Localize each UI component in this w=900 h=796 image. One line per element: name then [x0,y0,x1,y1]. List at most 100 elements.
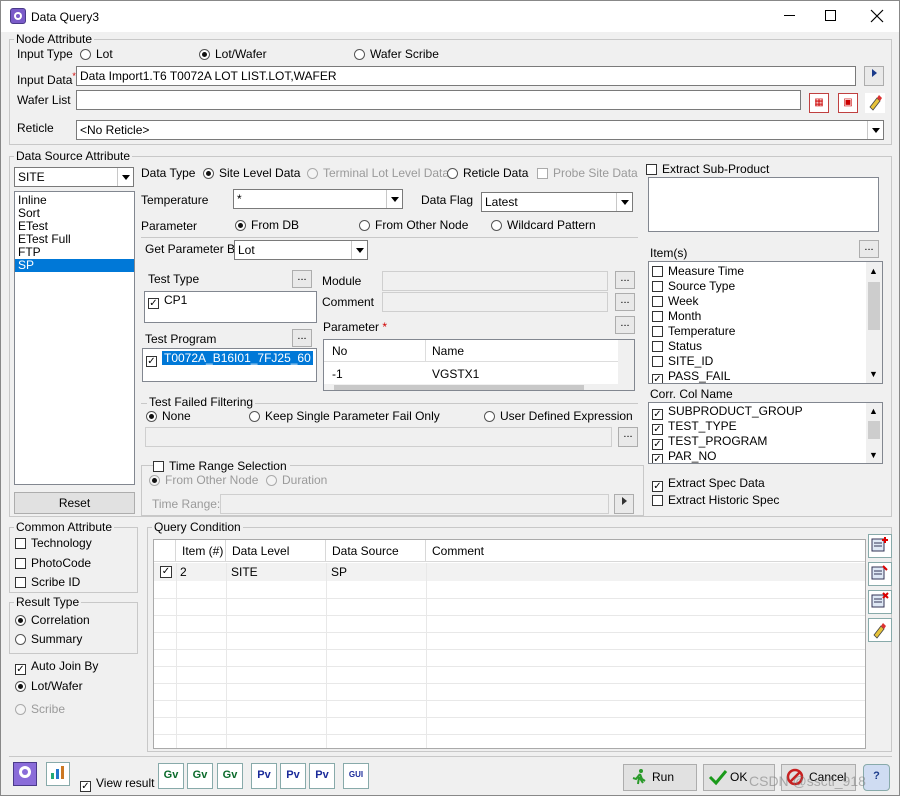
reticle-data-radio[interactable]: Reticle Data [447,166,528,180]
probe-site-checkbox[interactable]: Probe Site Data [537,166,638,180]
list-item[interactable]: Week [649,294,882,309]
get-parameter-combo[interactable]: Lot [234,240,368,260]
extract-spec-checkbox[interactable]: ✓ Extract Spec Data [652,476,765,492]
list-item[interactable]: ✓ SUBPRODUCT_GROUP [649,404,882,420]
wafer-select-icon[interactable]: ▦ [809,93,829,113]
reset-button[interactable]: Reset [14,492,135,514]
add-condition-icon[interactable] [868,534,892,558]
extract-sub-product-checkbox[interactable]: Extract Sub-Product [646,162,769,176]
source-combo[interactable]: SITE [14,167,134,187]
column-header-item[interactable]: Item (#) [176,540,226,562]
extract-historic-checkbox[interactable]: Extract Historic Spec [652,493,779,507]
failed-user-expression-radio[interactable]: User Defined Expression [484,409,633,423]
pv-table-icon[interactable]: Pv [251,763,277,789]
input-data-field[interactable]: Data Import1.T6 T0072A LOT LIST.LOT,WAFE… [76,66,856,86]
vertical-scrollbar[interactable] [618,340,634,390]
scribe-id-checkbox[interactable]: Scribe ID [15,575,80,589]
from-db-radio[interactable]: From DB [235,218,299,232]
reticle-combo[interactable]: <No Reticle> [76,120,884,140]
list-item[interactable]: ✓ CP1 [145,293,316,309]
duration-radio[interactable]: Duration [266,473,327,487]
correlation-radio[interactable]: Correlation [15,613,90,627]
run-button[interactable]: Run [623,764,697,791]
input-type-waferscribe-radio[interactable]: Wafer Scribe [354,47,439,61]
comment-field[interactable] [382,292,608,312]
horizontal-scrollbar[interactable] [324,384,618,390]
pv-delete-icon[interactable]: Pv [280,763,306,789]
list-item[interactable]: ✓ PASS_FAIL [649,369,882,383]
scroll-down-icon[interactable]: ▼ [869,369,878,379]
wafer-map-icon[interactable]: ▣ [838,93,858,113]
time-range-next-button[interactable] [614,494,634,514]
input-data-next-button[interactable] [864,66,884,86]
list-item[interactable]: SITE_ID [649,354,882,369]
pv-export-icon[interactable]: Pv [309,763,335,789]
scrollbar-thumb[interactable] [334,385,584,390]
scrollbar-thumb[interactable] [868,282,880,330]
help-icon[interactable]: ? [863,764,890,791]
view-result-checkbox[interactable]: ✓ View result [80,776,154,792]
list-item[interactable]: Measure Time [649,264,882,279]
maximize-icon[interactable] [825,10,836,21]
list-item[interactable]: Status [649,339,882,354]
items-list[interactable]: Measure Time Source Type Week Month Temp… [648,261,883,384]
column-header-no[interactable]: No [324,340,426,362]
list-item-selected[interactable]: ✓ T0072A_B16I01_7FJ25_60 [143,351,316,367]
gv-delete-icon[interactable]: Gv [187,763,213,789]
list-item-selected[interactable]: SP [15,259,134,272]
gui-icon[interactable]: GUI [343,763,369,789]
parameter-browse-button[interactable]: ... [615,316,635,334]
sub-product-box[interactable] [648,177,879,232]
failed-none-radio[interactable]: None [146,409,191,423]
scrollbar-thumb[interactable] [868,421,880,439]
clear-condition-icon[interactable] [868,618,892,642]
summary-radio[interactable]: Summary [15,632,82,646]
wildcard-pattern-radio[interactable]: Wildcard Pattern [491,218,596,232]
list-item[interactable]: ✓ TEST_PROGRAM [649,434,882,450]
time-range-field[interactable] [220,494,609,514]
input-type-lot-radio[interactable]: Lot [80,47,113,61]
close-icon[interactable] [869,8,885,24]
input-type-lotwafer-radio[interactable]: Lot/Wafer [199,47,267,61]
join-lotwafer-radio[interactable]: Lot/Wafer [15,679,83,693]
terminal-lot-radio[interactable]: Terminal Lot Level Data [307,166,449,180]
settings-gear-icon[interactable] [13,762,37,786]
list-item[interactable]: Temperature [649,324,882,339]
edit-condition-icon[interactable] [868,562,892,586]
test-type-list[interactable]: ✓ CP1 [144,291,317,323]
expression-browse-button[interactable]: ... [618,427,638,447]
gv-table-icon[interactable]: Gv [158,763,184,789]
list-item[interactable]: ✓ TEST_TYPE [649,419,882,435]
gv-export-icon[interactable]: Gv [217,763,243,789]
vertical-scrollbar[interactable]: ▲ ▼ [866,403,882,463]
row-checkbox[interactable]: ✓ [160,566,172,578]
from-other-node-time-radio[interactable]: From Other Node [149,473,258,487]
failed-single-param-radio[interactable]: Keep Single Parameter Fail Only [249,409,440,423]
module-browse-button[interactable]: ... [615,271,635,289]
scroll-up-icon[interactable]: ▲ [869,266,878,276]
vertical-scrollbar[interactable]: ▲ ▼ [866,262,882,383]
scroll-up-icon[interactable]: ▲ [869,406,878,416]
time-range-checkbox[interactable]: Time Range Selection [153,459,290,473]
test-program-browse-button[interactable]: ... [292,329,312,347]
list-item[interactable]: Source Type [649,279,882,294]
corr-col-list[interactable]: ✓ SUBPRODUCT_GROUP ✓ TEST_TYPE ✓ TEST_PROGR… [648,402,883,464]
test-type-browse-button[interactable]: ... [292,270,312,288]
wafer-clear-icon[interactable] [865,93,885,113]
photocode-checkbox[interactable]: PhotoCode [15,556,91,570]
column-header-level[interactable]: Data Level [226,540,326,562]
query-condition-table[interactable]: Item (#) Data Level Data Source Comment … [153,539,866,749]
expression-field[interactable] [145,427,612,447]
site-level-radio[interactable]: Site Level Data [203,166,300,180]
column-header-name[interactable]: Name [426,340,618,362]
temperature-combo[interactable]: * [233,189,403,209]
auto-join-checkbox[interactable]: ✓ Auto Join By [15,659,98,675]
source-list[interactable]: Inline Sort ETest ETest Full FTP SP [14,191,135,485]
test-program-list[interactable]: ✓ T0072A_B16I01_7FJ25_60 [142,348,317,382]
minimize-icon[interactable] [784,15,795,16]
column-header-comment[interactable]: Comment [426,540,865,562]
list-item[interactable]: Month [649,309,882,324]
table-row[interactable]: ✓ 2 SITE SP [154,563,865,581]
column-header-source[interactable]: Data Source [326,540,426,562]
parameter-table[interactable]: No Name -1 VGSTX1 [323,339,635,391]
